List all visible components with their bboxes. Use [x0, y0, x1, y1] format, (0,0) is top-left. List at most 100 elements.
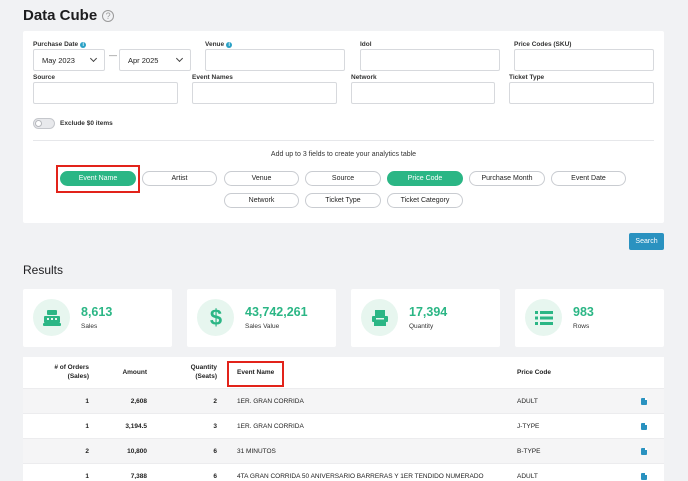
document-icon[interactable]: [641, 422, 647, 430]
chip-network[interactable]: Network: [224, 193, 299, 208]
price-codes-input[interactable]: [514, 49, 654, 71]
stat-value: 983: [573, 305, 594, 319]
table-row: 1 7,388 6 4TA GRAN CORRIDA 50 ANIVERSARI…: [23, 463, 664, 481]
venue-field: Venue i: [205, 40, 345, 71]
cell-quantity: 6: [213, 447, 217, 455]
dollar-icon: $: [197, 299, 234, 336]
idol-input[interactable]: [360, 49, 500, 71]
purchase-date-to-field: Apr 2025: [119, 40, 191, 71]
cell-orders: 2: [85, 447, 89, 455]
event-names-input[interactable]: [192, 82, 337, 104]
stat-value: 43,742,261: [245, 305, 308, 319]
search-button[interactable]: Search: [629, 233, 664, 250]
venue-label: Venue: [205, 41, 225, 48]
idol-field: Idol: [360, 40, 500, 71]
cell-orders: 1: [85, 397, 89, 405]
stat-label: Quantity: [409, 323, 434, 330]
chevron-down-icon: [175, 54, 184, 63]
stat-label: Sales: [81, 323, 98, 330]
table-row: 1 2,608 2 1ER. GRAN CORRIDA ADULT: [23, 388, 664, 413]
chip-price-code[interactable]: Price Code: [387, 171, 463, 186]
toggle-knob: [35, 120, 42, 127]
cell-event-name: 31 MINUTOS: [237, 447, 276, 455]
stat-card-quantity: 17,394 Quantity: [351, 289, 500, 347]
cell-amount: 7,388: [130, 472, 147, 480]
cash-register-icon: [33, 299, 70, 336]
document-icon[interactable]: [641, 447, 647, 455]
highlight-box: [56, 165, 140, 193]
purchase-date-label: Purchase Date: [33, 41, 79, 48]
document-icon[interactable]: [641, 472, 647, 480]
page-title-text: Data Cube: [23, 7, 98, 24]
cell-amount: 3,194.5: [125, 422, 147, 430]
cell-quantity: 6: [213, 472, 217, 480]
cell-quantity: 3: [213, 422, 217, 430]
chip-artist[interactable]: Artist: [142, 171, 217, 186]
document-icon[interactable]: [641, 397, 647, 405]
chip-purchase-month[interactable]: Purchase Month: [469, 171, 545, 186]
stat-card-rows: 983 Rows: [515, 289, 664, 347]
header-amount[interactable]: Amount: [93, 368, 147, 377]
chevron-down-icon: [89, 54, 98, 63]
info-icon[interactable]: i: [80, 41, 87, 48]
cell-event-name: 1ER. GRAN CORRIDA: [237, 422, 304, 430]
idol-label: Idol: [360, 41, 372, 48]
cell-amount: 10,800: [127, 447, 147, 455]
exclude-zero-row: Exclude $0 items: [33, 118, 113, 129]
stat-label: Rows: [573, 323, 590, 330]
purchase-date-to-value: Apr 2025: [128, 55, 159, 65]
cell-amount: 2,608: [130, 397, 147, 405]
purchase-date-from-select[interactable]: May 2023: [33, 49, 105, 71]
results-table: # of Orders (Sales) Amount Quantity (Sea…: [23, 357, 664, 481]
purchase-date-to-select[interactable]: Apr 2025: [119, 49, 191, 71]
ticket-machine-icon: [361, 299, 398, 336]
header-orders[interactable]: # of Orders (Sales): [43, 363, 89, 381]
field-hint: Add up to 3 fields to create your analyt…: [270, 151, 417, 158]
chip-ticket-type[interactable]: Ticket Type: [305, 193, 381, 208]
cell-price-code: B-TYPE: [517, 447, 541, 455]
cell-price-code: ADULT: [517, 472, 538, 480]
purchase-date-from-value: May 2023: [42, 55, 75, 65]
chip-source[interactable]: Source: [305, 171, 381, 186]
network-field: Network: [351, 73, 495, 104]
date-separator: —: [109, 51, 117, 60]
source-label: Source: [33, 74, 56, 81]
stat-value: 17,394: [409, 305, 448, 319]
stat-label: Sales Value: [245, 323, 280, 330]
page-title: Data Cube ?: [23, 7, 115, 24]
ticket-type-input[interactable]: [509, 82, 654, 104]
stat-card-sales: 8,613 Sales: [23, 289, 172, 347]
cell-price-code: ADULT: [517, 397, 538, 405]
venue-input[interactable]: [205, 49, 345, 71]
svg-text:$: $: [209, 307, 221, 329]
event-names-label: Event Names: [192, 74, 233, 81]
stat-card-sales-value: $ 43,742,261 Sales Value: [187, 289, 336, 347]
stat-value: 8,613: [81, 305, 113, 319]
header-price-code[interactable]: Price Code: [517, 368, 597, 377]
results-title: Results: [23, 263, 64, 277]
chip-ticket-category[interactable]: Ticket Category: [387, 193, 463, 208]
info-icon[interactable]: i: [226, 41, 233, 48]
ticket-type-field: Ticket Type: [509, 73, 654, 104]
network-label: Network: [351, 74, 377, 81]
highlight-box: [227, 361, 284, 387]
exclude-zero-toggle[interactable]: [33, 118, 55, 129]
header-quantity[interactable]: Quantity (Seats): [173, 363, 217, 381]
network-input[interactable]: [351, 82, 495, 104]
ticket-type-label: Ticket Type: [509, 74, 545, 81]
divider: [33, 140, 654, 141]
help-icon[interactable]: ?: [102, 9, 115, 22]
table-row: 1 3,194.5 3 1ER. GRAN CORRIDA J-TYPE: [23, 413, 664, 438]
event-names-field: Event Names: [192, 73, 337, 104]
list-icon: [525, 299, 562, 336]
cell-event-name: 1ER. GRAN CORRIDA: [237, 397, 304, 405]
cell-orders: 1: [85, 472, 89, 480]
cell-orders: 1: [85, 422, 89, 430]
chip-event-date[interactable]: Event Date: [551, 171, 626, 186]
cell-event-name: 4TA GRAN CORRIDA 50 ANIVERSARIO BARRERAS…: [237, 472, 484, 480]
source-input[interactable]: [33, 82, 178, 104]
table-row: 2 10,800 6 31 MINUTOS B-TYPE: [23, 438, 664, 463]
source-field: Source: [33, 73, 178, 104]
price-codes-label: Price Codes (SKU): [514, 41, 572, 48]
chip-venue[interactable]: Venue: [224, 171, 299, 186]
